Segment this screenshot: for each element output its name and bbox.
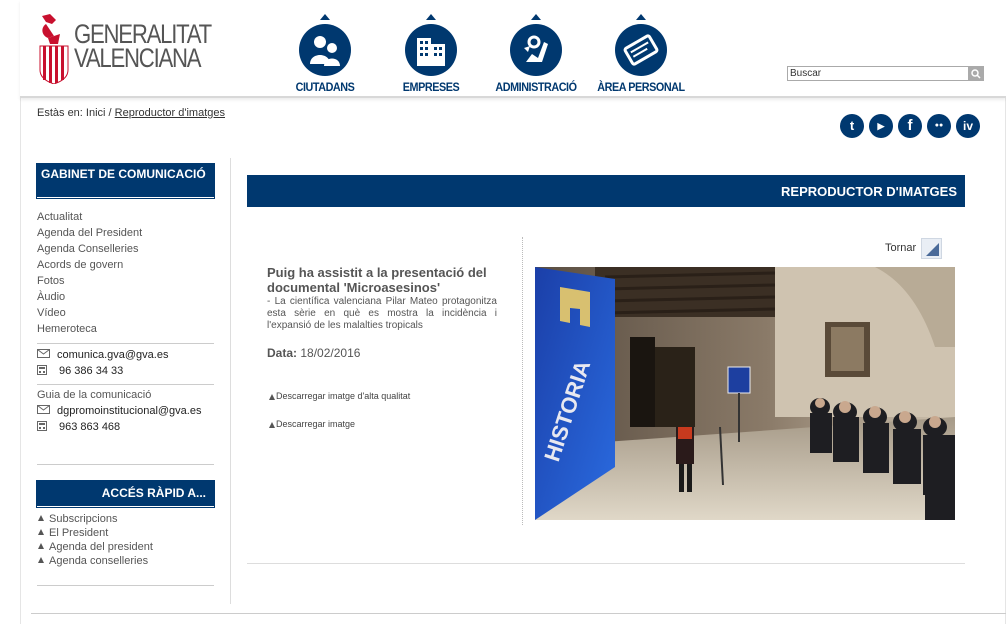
nav-indicator: [531, 14, 541, 20]
sidebar-item-actualitat[interactable]: Actualitat: [37, 209, 214, 225]
flickr-icon[interactable]: ●●: [927, 114, 951, 138]
download-hq-link[interactable]: Descarregar imatge d'alta qualitat: [269, 391, 410, 401]
nav-empreses[interactable]: EMPRESES: [386, 14, 476, 94]
sidebar-item-agenda-president[interactable]: Agenda del President: [37, 225, 214, 241]
sidebar-item-audio[interactable]: Àudio: [37, 289, 214, 305]
event-photo: HISTORIA: [535, 267, 955, 520]
youtube-glyph: ▶: [877, 121, 885, 131]
divider: [37, 384, 214, 385]
envelope-icon: [37, 349, 50, 358]
footer-divider: [31, 613, 1006, 614]
breadcrumb-separator: /: [108, 107, 112, 119]
article-date: Data: 18/02/2016: [267, 346, 497, 360]
twitter-glyph: t: [849, 118, 855, 133]
column-divider: [230, 158, 231, 604]
nav-label: ÀREA PERSONAL: [597, 80, 685, 94]
breadcrumb-prefix: Estàs en:: [37, 107, 83, 119]
sidebar-item-video[interactable]: Vídeo: [37, 305, 214, 321]
nav-indicator: [636, 14, 646, 20]
iv-glyph: iv: [962, 119, 973, 133]
breadcrumb-current[interactable]: Reproductor d'imatges: [115, 107, 225, 119]
photo-image: HISTORIA: [535, 267, 955, 520]
contact-email[interactable]: comunica.gva@gva.es: [57, 349, 168, 361]
content-bottom-divider: [247, 563, 965, 564]
search-box: [787, 66, 984, 81]
fax-icon: [37, 421, 47, 431]
article-title: Puig ha assistit a la presentació del do…: [267, 265, 487, 295]
quick-item-president[interactable]: El President: [37, 526, 214, 540]
nav-area-personal[interactable]: ÀREA PERSONAL: [596, 14, 686, 94]
back-button[interactable]: [921, 238, 942, 259]
guide-label: Guia de la comunicació: [37, 389, 152, 401]
iv-icon[interactable]: iv: [956, 114, 980, 138]
nav-ciutadans[interactable]: CIUTADANS: [280, 14, 370, 94]
envelope-icon: [37, 405, 50, 414]
article-info: Puig ha assistit a la presentació del do…: [267, 265, 497, 360]
page-title: REPRODUCTOR D'IMATGES: [247, 175, 965, 207]
nav-indicator: [320, 14, 330, 20]
contact-phone-row: 963 863 468: [37, 420, 214, 434]
sidebar-section-title: GABINET DE COMUNICACIÓ: [36, 163, 215, 199]
contact-email-row: dgpromoinstitucional@gva.es: [37, 404, 214, 418]
date-value: 18/02/2016: [300, 346, 361, 360]
nav-indicator: [426, 14, 436, 20]
left-sidebar: GABINET DE COMUNICACIÓ Actualitat Agenda…: [36, 163, 215, 586]
twitter-icon[interactable]: t: [840, 114, 864, 138]
logo-line2: VALENCIANA: [74, 43, 202, 73]
search-input[interactable]: [788, 67, 966, 80]
gva-crest-icon: [39, 14, 69, 84]
contact-email-row: comunica.gva@gva.es: [37, 348, 214, 362]
nav-administracio[interactable]: ADMINISTRACIÓ: [491, 14, 581, 94]
content-divider: [522, 237, 523, 525]
facebook-icon[interactable]: f: [898, 114, 922, 138]
generalitat-logo[interactable]: GENERALITAT VALENCIANA: [38, 14, 212, 86]
download-link[interactable]: Descarregar imatge: [269, 419, 355, 429]
building-icon: [405, 24, 457, 76]
flickr-glyph: ●●: [934, 122, 944, 129]
fax-icon: [37, 365, 47, 375]
date-label: Data:: [267, 346, 298, 360]
quick-access-title: ACCÉS RÀPID A...: [36, 480, 215, 508]
back-arrow-icon: [926, 243, 939, 256]
sidebar-item-hemeroteca[interactable]: Hemeroteca: [37, 321, 214, 337]
nav-label: ADMINISTRACIÓ: [495, 80, 577, 94]
sidebar-menu: Actualitat Agenda del President Agenda C…: [37, 209, 214, 337]
divider: [37, 464, 214, 465]
search-button[interactable]: [968, 67, 983, 80]
youtube-icon[interactable]: ▶: [869, 114, 893, 138]
quick-item-agenda-president[interactable]: Agenda del president: [37, 540, 214, 554]
contact-phone-row: 96 386 34 33: [37, 364, 214, 378]
citizens-icon: [299, 24, 351, 76]
nav-label: CIUTADANS: [295, 80, 355, 94]
contact-phone: 963 863 468: [59, 421, 121, 433]
breadcrumb-home[interactable]: Inici: [86, 107, 106, 119]
site-header: GENERALITAT VALENCIANA CIUTADANS EMPRESE…: [20, 0, 1006, 98]
sidebar-item-fotos[interactable]: Fotos: [37, 273, 214, 289]
divider: [37, 343, 214, 344]
quick-access-list: Subscripcions El President Agenda del pr…: [37, 512, 214, 568]
back-label[interactable]: Tornar: [885, 242, 916, 254]
breadcrumb: Estàs en: Inici / Reproductor d'imatges: [37, 107, 225, 119]
quick-item-agenda-conselleries[interactable]: Agenda conselleries: [37, 554, 214, 568]
nav-label: EMPRESES: [402, 80, 460, 94]
sidebar-item-agenda-conselleries[interactable]: Agenda Conselleries: [37, 241, 214, 257]
search-icon: [971, 69, 981, 79]
administration-icon: [510, 24, 562, 76]
article-subtitle: - La científica valenciana Pilar Mateo p…: [267, 296, 497, 331]
contact-email[interactable]: dgpromoinstitucional@gva.es: [57, 405, 201, 417]
divider: [37, 585, 214, 586]
facebook-glyph: f: [907, 117, 913, 134]
sidebar-item-acords[interactable]: Acords de govern: [37, 257, 214, 273]
logo-text: GENERALITAT VALENCIANA: [74, 21, 212, 73]
contact-phone: 96 386 34 33: [59, 365, 124, 377]
quick-item-subscripcions[interactable]: Subscripcions: [37, 512, 214, 526]
personal-area-icon: [615, 24, 667, 76]
